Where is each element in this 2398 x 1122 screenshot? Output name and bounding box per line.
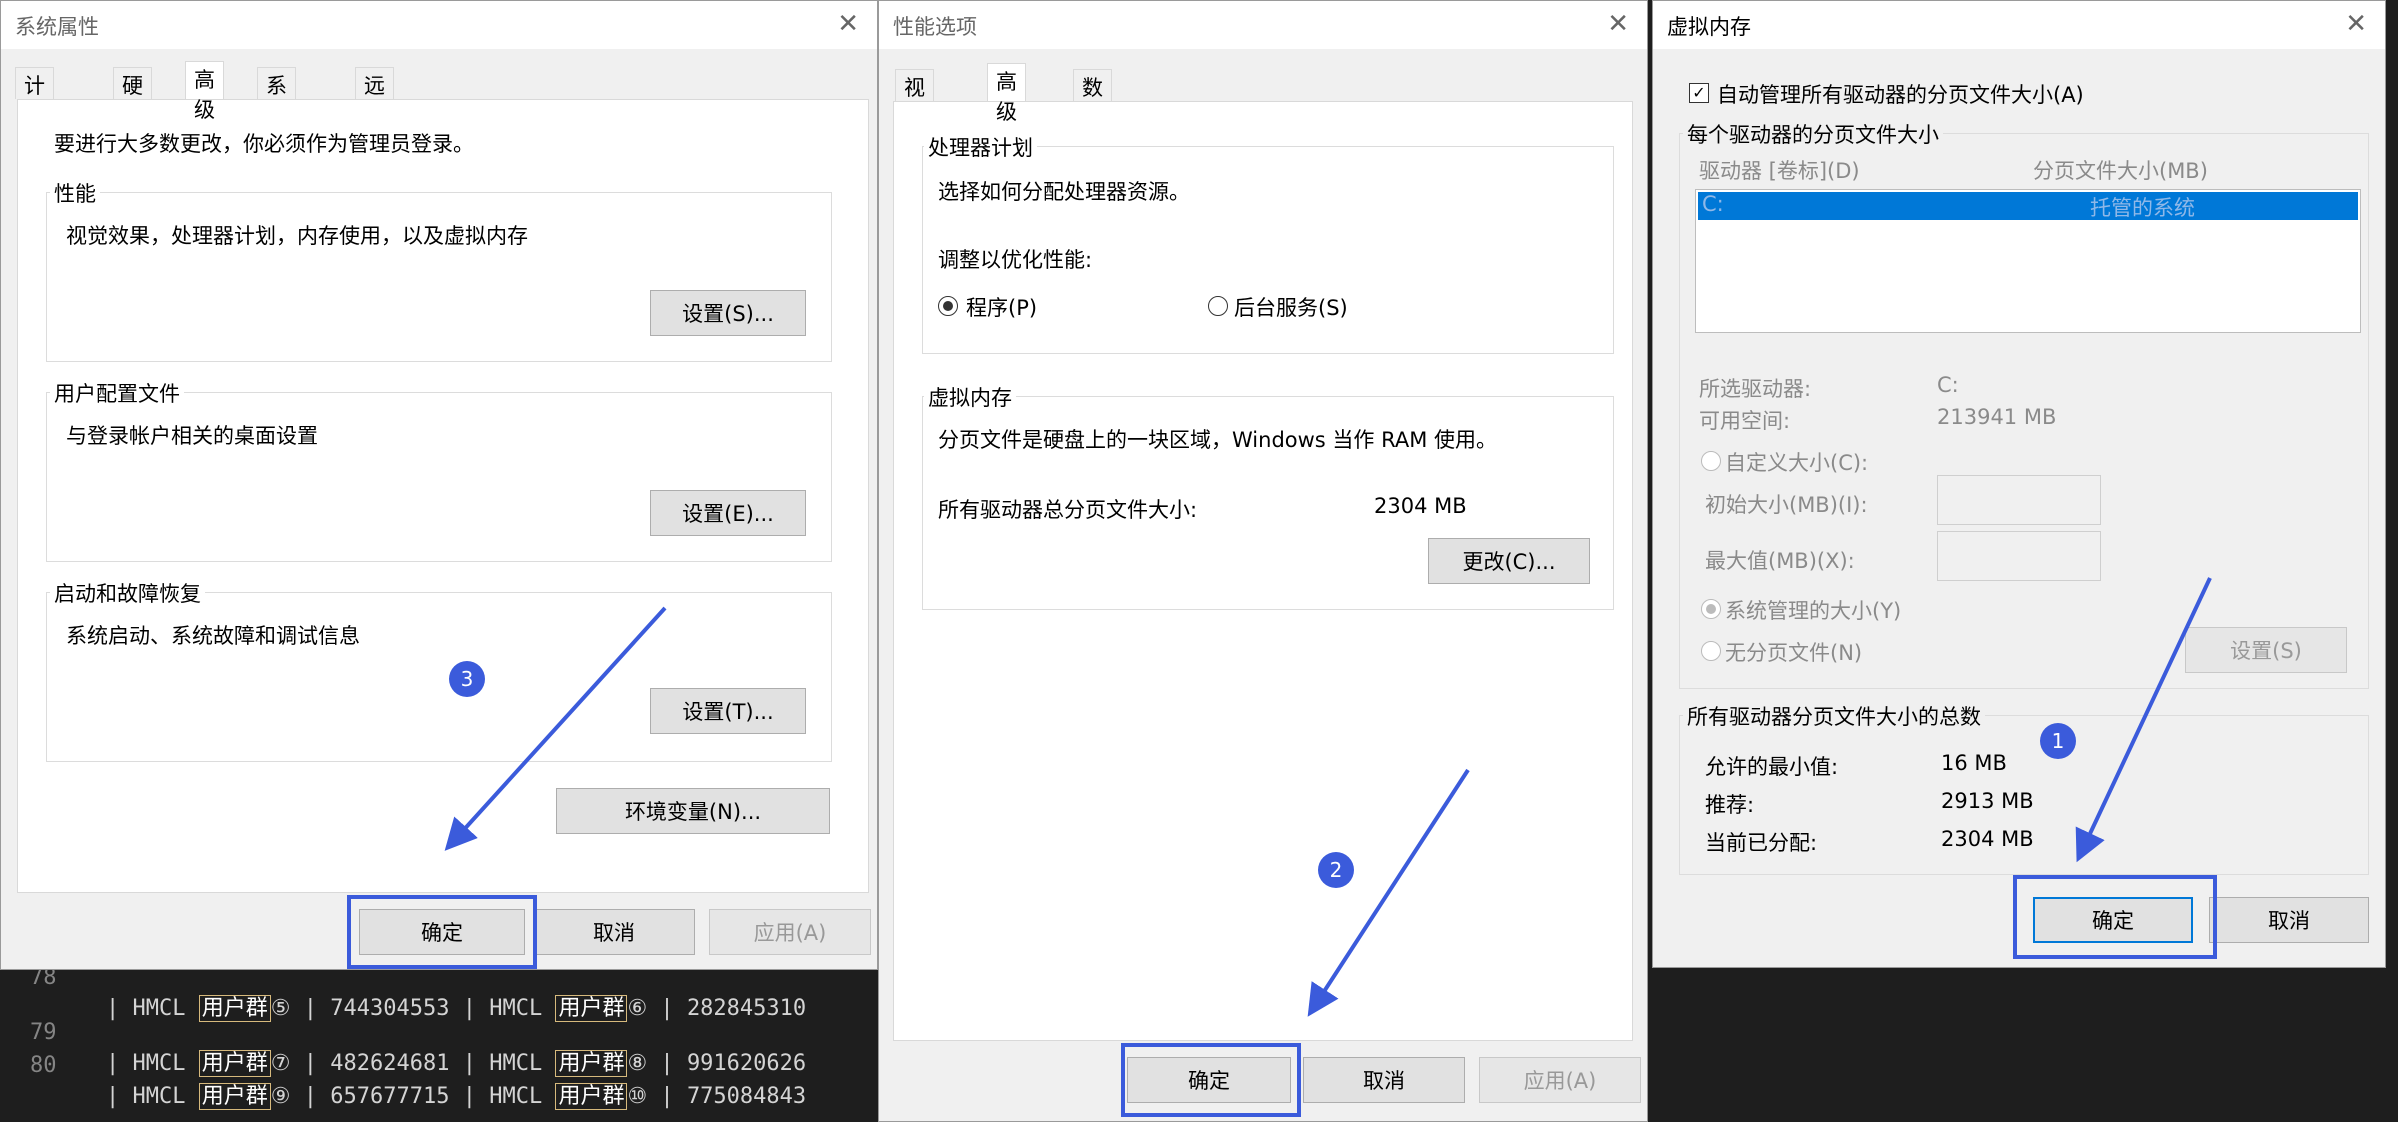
no-paging-radio[interactable]: [1701, 641, 1721, 661]
cancel-button[interactable]: 取消: [2209, 897, 2369, 943]
selected-drive-label: 所选驱动器:: [1699, 377, 1812, 401]
drive-cell: C:: [1702, 192, 1724, 216]
window-title: 性能选项: [893, 15, 977, 39]
performance-desc: 视觉效果，处理器计划，内存使用，以及虚拟内存: [66, 224, 528, 248]
background-services-radio[interactable]: [1208, 296, 1228, 316]
system-managed-label[interactable]: 系统管理的大小(Y): [1725, 595, 1901, 625]
drive-column-header: 驱动器 [卷标](D): [1699, 159, 1860, 183]
tab-hardware[interactable]: 硬件: [113, 67, 152, 128]
background-services-label[interactable]: 后台服务(S): [1234, 292, 1348, 322]
initial-size-label: 初始大小(MB)(I):: [1705, 493, 1868, 517]
size-cell: 托管的系统: [2090, 196, 2195, 220]
apply-button[interactable]: 应用(A): [1479, 1057, 1641, 1103]
code-text: | HMCL 用户群 ⑨ | 657677715 | HMCL 用户群 ⑩ | 77…: [106, 1083, 807, 1110]
code-line: 79 | HMCL 用户群 ⑦ | 482624681 | HMCL 用户群 ⑧ |…: [0, 995, 806, 1077]
apply-button[interactable]: 应用(A): [709, 909, 871, 955]
advanced-tab-panel: 要进行大多数更改，你必须作为管理员登录。 性能 视觉效果，处理器计划，内存使用，…: [17, 99, 869, 893]
custom-size-label[interactable]: 自定义大小(C):: [1725, 447, 1868, 477]
tab-system-protection[interactable]: 系统保护: [257, 67, 296, 188]
close-icon[interactable]: ✕: [1607, 9, 1629, 39]
recommended-label: 推荐:: [1705, 793, 1755, 817]
processor-scheduling-label: 处理器计划: [924, 132, 1037, 162]
currently-allocated-label: 当前已分配:: [1705, 831, 1818, 855]
startup-recovery-settings-button[interactable]: 设置(T)...: [650, 688, 806, 734]
total-paging-value: 2304 MB: [1374, 494, 1467, 518]
titlebar: 系统属性 ✕: [1, 1, 877, 49]
environment-variables-button[interactable]: 环境变量(N)...: [556, 788, 830, 834]
programs-radio[interactable]: [938, 296, 958, 316]
startup-recovery-desc: 系统启动、系统故障和调试信息: [66, 624, 360, 648]
performance-settings-button[interactable]: 设置(S)...: [650, 290, 806, 336]
window-title: 虚拟内存: [1667, 15, 1751, 39]
performance-label: 性能: [50, 178, 100, 208]
system-managed-radio[interactable]: [1701, 599, 1721, 619]
user-profile-group: [46, 392, 832, 562]
tab-advanced[interactable]: 高级: [987, 63, 1026, 124]
user-profile-settings-button[interactable]: 设置(E)...: [650, 490, 806, 536]
total-label: 所有驱动器分页文件大小的总数: [1683, 701, 1985, 731]
user-profile-desc: 与登录帐户相关的桌面设置: [66, 424, 318, 448]
code-line: 80 | HMCL 用户群 ⑨ | 657677715 | HMCL 用户群 ⑩ |…: [0, 1028, 806, 1110]
step-badge-2: 2: [1318, 852, 1354, 888]
close-icon[interactable]: ✕: [837, 9, 859, 39]
tab-computer-name[interactable]: 计算机名: [15, 67, 54, 188]
free-space-label: 可用空间:: [1699, 409, 1791, 433]
initial-size-input[interactable]: [1937, 475, 2101, 525]
drive-list[interactable]: C: 托管的系统: [1695, 189, 2361, 333]
change-button[interactable]: 更改(C)...: [1428, 538, 1590, 584]
virtual-memory-window: 虚拟内存 ✕ ✓ 自动管理所有驱动器的分页文件大小(A) 每个驱动器的分页文件大…: [1652, 0, 2386, 968]
close-icon[interactable]: ✕: [2345, 9, 2367, 39]
startup-recovery-label: 启动和故障恢复: [50, 578, 205, 608]
max-size-input[interactable]: [1937, 531, 2101, 581]
tab-remote[interactable]: 远程: [355, 67, 394, 128]
line-number: 80: [30, 1053, 57, 1078]
tab-dep[interactable]: 数据执行保护: [1073, 69, 1112, 250]
min-allowed-label: 允许的最小值:: [1705, 755, 1839, 779]
tab-advanced[interactable]: 高级: [185, 61, 224, 122]
total-paging-label: 所有驱动器总分页文件大小:: [938, 498, 1198, 522]
set-button[interactable]: 设置(S): [2185, 627, 2347, 673]
code-text: | HMCL 用户群 ⑦ | 482624681 | HMCL 用户群 ⑧ | 99…: [106, 1050, 807, 1077]
virtual-memory-desc: 分页文件是硬盘上的一块区域，Windows 当作 RAM 使用。: [938, 428, 1497, 452]
selected-drive-value: C:: [1937, 373, 1959, 397]
currently-allocated-value: 2304 MB: [1941, 827, 2034, 851]
performance-options-window: 性能选项 ✕ 视觉效果 高级 数据执行保护 处理器计划 选择如何分配处理器资源。…: [878, 0, 1648, 1122]
highlight-box: [347, 895, 537, 969]
max-size-label: 最大值(MB)(X):: [1705, 549, 1855, 573]
step-badge-3: 3: [449, 661, 485, 697]
startup-recovery-group: [46, 592, 832, 762]
tab-visual-effects[interactable]: 视觉效果: [895, 69, 934, 190]
highlight-box: [1121, 1043, 1301, 1117]
highlight-box: [2013, 875, 2217, 959]
processor-scheduling-desc: 选择如何分配处理器资源。: [938, 180, 1190, 204]
no-paging-label[interactable]: 无分页文件(N): [1725, 637, 1862, 667]
size-column-header: 分页文件大小(MB): [2033, 159, 2208, 183]
free-space-value: 213941 MB: [1937, 405, 2057, 429]
system-properties-window: 系统属性 ✕ 计算机名 硬件 高级 系统保护 远程 要进行大多数更改，你必须作为…: [0, 0, 878, 970]
cancel-button[interactable]: 取消: [533, 909, 695, 955]
step-badge-1: 1: [2040, 723, 2076, 759]
code-text: | HMCL 用户群 ⑤ | 744304553 | HMCL 用户群 ⑥ | 28…: [106, 995, 807, 1022]
programs-label[interactable]: 程序(P): [966, 292, 1037, 322]
auto-manage-label[interactable]: 自动管理所有驱动器的分页文件大小(A): [1717, 79, 2084, 109]
titlebar: 虚拟内存 ✕: [1653, 1, 2385, 49]
performance-group: [46, 192, 832, 362]
drive-list-row-selected[interactable]: C: 托管的系统: [1698, 192, 2358, 220]
user-profile-label: 用户配置文件: [50, 378, 184, 408]
recommended-value: 2913 MB: [1941, 789, 2034, 813]
virtual-memory-label: 虚拟内存: [924, 382, 1016, 412]
per-drive-label: 每个驱动器的分页文件大小: [1683, 119, 1943, 149]
custom-size-radio[interactable]: [1701, 451, 1721, 471]
optimize-label: 调整以优化性能:: [938, 248, 1093, 272]
min-allowed-value: 16 MB: [1941, 751, 2007, 775]
admin-note: 要进行大多数更改，你必须作为管理员登录。: [54, 132, 474, 156]
cancel-button[interactable]: 取消: [1303, 1057, 1465, 1103]
advanced-tab-panel: 处理器计划 选择如何分配处理器资源。 调整以优化性能: 程序(P) 后台服务(S…: [893, 101, 1633, 1041]
auto-manage-checkbox[interactable]: ✓: [1689, 83, 1709, 103]
window-title: 系统属性: [15, 15, 99, 39]
titlebar: 性能选项 ✕: [879, 1, 1647, 49]
